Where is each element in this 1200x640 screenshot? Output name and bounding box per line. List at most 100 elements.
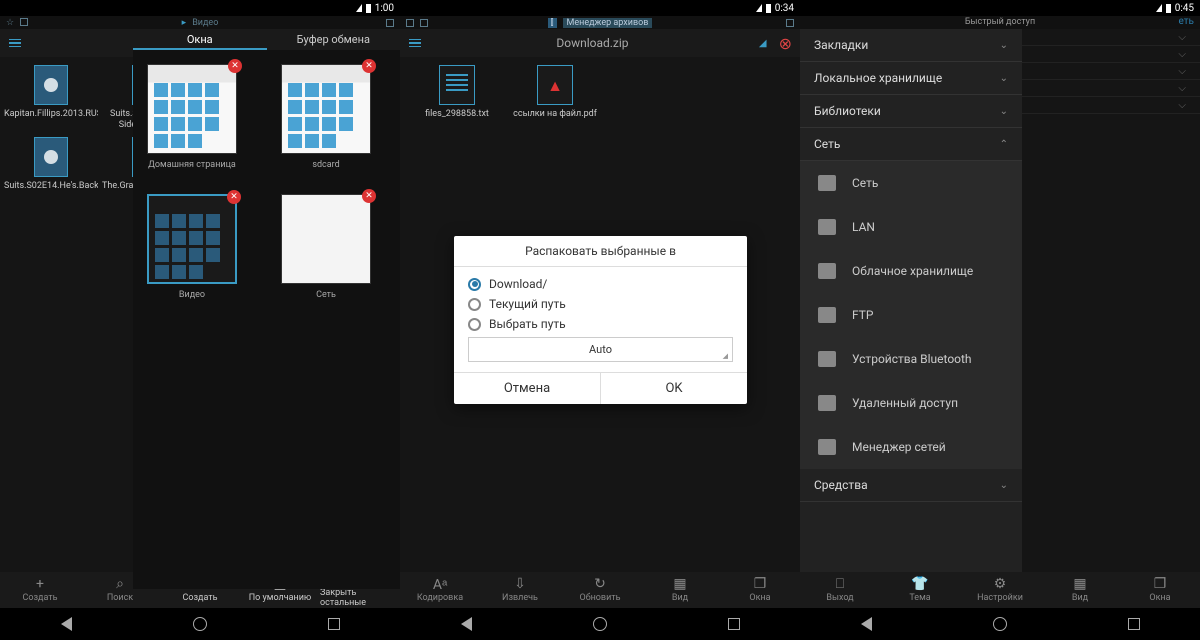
window-thumbnail[interactable]: ✕ Домашняя страница bbox=[145, 64, 239, 170]
nav-bar bbox=[0, 608, 400, 640]
behind-text: еть bbox=[1179, 16, 1195, 27]
status-bar: 1:00 bbox=[0, 0, 400, 16]
toolbar-Кодировка[interactable]: Aᵃ Кодировка bbox=[400, 572, 480, 608]
net-item[interactable]: LAN bbox=[800, 205, 1022, 249]
nav-bar bbox=[800, 608, 1200, 640]
pdf-file-icon bbox=[537, 65, 573, 105]
window-thumbnail[interactable]: ✕ Видео bbox=[145, 194, 239, 300]
toolbar-icon: Aᵃ bbox=[433, 577, 447, 591]
toolbar-Вид[interactable]: ▦ Вид bbox=[640, 572, 720, 608]
dialog-title: Распаковать выбранные в bbox=[454, 236, 747, 267]
section-Сеть[interactable]: Сеть ⌃ bbox=[800, 128, 1022, 161]
network-icon bbox=[818, 175, 836, 191]
history-icon[interactable] bbox=[20, 18, 28, 26]
quick-access-title: Быстрый доступ bbox=[800, 16, 1200, 29]
nav-recent[interactable] bbox=[328, 618, 340, 630]
window-thumbnail[interactable]: ✕ Сеть bbox=[279, 194, 373, 300]
radio-current[interactable]: Текущий путь bbox=[468, 297, 733, 311]
network-icon bbox=[818, 307, 836, 323]
status-bar: 0:34 bbox=[400, 0, 800, 16]
close-icon[interactable]: ✕ bbox=[227, 190, 241, 204]
file-icon[interactable] bbox=[420, 19, 428, 27]
net-item[interactable]: FTP bbox=[800, 293, 1022, 337]
file-item[interactable]: Kapitan.Fillips.2013.RUS.BDRip.a bbox=[2, 65, 100, 131]
window-thumbnail[interactable]: ✕ sdcard bbox=[279, 64, 373, 170]
radio-icon bbox=[468, 278, 481, 291]
nav-home[interactable] bbox=[193, 617, 207, 631]
file-label: Suits.S02E14.He's.Back.1080p.WEB- bbox=[4, 181, 98, 192]
toolbar-Извлечь[interactable]: ⇩ Извлечь bbox=[480, 572, 560, 608]
toolbar-Создать[interactable]: + Создать bbox=[0, 572, 80, 608]
file-label: files_298858.txt bbox=[425, 109, 489, 120]
panel-video: 1:00 ☆ ▸Видео ⊗ Kapitan.Fillips.2013.RUS… bbox=[0, 0, 400, 640]
path-title[interactable]: Менеджер архивов bbox=[563, 18, 653, 28]
file-item[interactable]: files_298858.txt bbox=[408, 65, 506, 120]
minimize-icon[interactable]: ◢ bbox=[755, 38, 771, 49]
refresh-icon[interactable] bbox=[786, 19, 794, 27]
close-button[interactable]: ⊗ bbox=[771, 34, 800, 53]
toolbar-Выход[interactable]: ⎕ Выход bbox=[800, 572, 880, 608]
toolbar-icon: ↻ bbox=[593, 577, 607, 591]
net-item[interactable]: Облачное хранилище bbox=[800, 249, 1022, 293]
close-icon[interactable]: ✕ bbox=[362, 189, 376, 203]
video-file-icon bbox=[34, 137, 68, 177]
chevron-down-icon: ⌄ bbox=[1000, 73, 1008, 84]
network-icon bbox=[818, 263, 836, 279]
battery-icon bbox=[1166, 4, 1171, 13]
nav-home[interactable] bbox=[593, 617, 607, 631]
background-rows bbox=[1022, 29, 1200, 117]
net-item[interactable]: Сеть bbox=[800, 161, 1022, 205]
nav-recent[interactable] bbox=[1128, 618, 1140, 630]
nav-bar bbox=[400, 608, 800, 640]
net-item[interactable]: Устройства Bluetooth bbox=[800, 337, 1022, 381]
encoding-select[interactable]: Auto bbox=[468, 337, 733, 362]
close-icon[interactable]: ✕ bbox=[228, 59, 242, 73]
refresh-icon[interactable] bbox=[386, 19, 394, 27]
toolbar-icon: ⎕ bbox=[833, 577, 847, 591]
net-item[interactable]: Удаленный доступ bbox=[800, 381, 1022, 425]
chevron-down-icon: ⌄ bbox=[1000, 40, 1008, 51]
path-title[interactable]: Видео bbox=[192, 18, 218, 28]
nav-back[interactable] bbox=[461, 617, 472, 631]
chevron-down-icon: ⌄ bbox=[1000, 480, 1008, 491]
toolbar-Тема[interactable]: 👕 Тема bbox=[880, 572, 960, 608]
toolbar-icon: ⌕ bbox=[113, 577, 127, 591]
toolbar-Вид[interactable]: ▦ Вид bbox=[1040, 572, 1120, 608]
radio-download[interactable]: Download/ bbox=[468, 277, 733, 291]
nav-back[interactable] bbox=[861, 617, 872, 631]
toolbar-Настройки[interactable]: ⚙ Настройки bbox=[960, 572, 1040, 608]
close-icon[interactable]: ✕ bbox=[362, 59, 376, 73]
toolbar-icon: + bbox=[33, 577, 47, 591]
toolbar-Окна[interactable]: ❐ Окна bbox=[1120, 572, 1200, 608]
section-Библиотеки[interactable]: Библиотеки ⌄ bbox=[800, 95, 1022, 128]
toolbar-icon: ⇩ bbox=[513, 577, 527, 591]
nav-home[interactable] bbox=[993, 617, 1007, 631]
toolbar-icon: 👕 bbox=[913, 577, 927, 591]
extract-dialog: Распаковать выбранные в Download/ Текущи… bbox=[454, 236, 747, 404]
status-time: 1:00 bbox=[375, 3, 394, 14]
net-item[interactable]: Менеджер сетей bbox=[800, 425, 1022, 469]
file-item[interactable]: Suits.S02E14.He's.Back.1080p.WEB- bbox=[2, 137, 100, 192]
video-file-icon bbox=[34, 65, 68, 105]
history-icon[interactable] bbox=[406, 19, 414, 27]
menu-button[interactable] bbox=[400, 39, 430, 48]
toolbar-Окна[interactable]: ❐ Окна bbox=[720, 572, 800, 608]
toolbar: Download.zip ◢ ⊗ bbox=[400, 29, 800, 57]
section-Закладки[interactable]: Закладки ⌄ bbox=[800, 29, 1022, 62]
toolbar-Обновить[interactable]: ↻ Обновить bbox=[560, 572, 640, 608]
toolbar-icon: ❐ bbox=[1153, 577, 1167, 591]
file-item[interactable]: ссылки на файл.pdf bbox=[506, 65, 604, 120]
cancel-button[interactable]: Отмена bbox=[454, 373, 601, 404]
section-Локальное хранилище[interactable]: Локальное хранилище ⌄ bbox=[800, 62, 1022, 95]
section-tools[interactable]: Средства ⌄ bbox=[800, 469, 1022, 502]
menu-button[interactable] bbox=[0, 39, 30, 48]
radio-choose[interactable]: Выбрать путь bbox=[468, 317, 733, 331]
tab-clipboard[interactable]: Буфер обмена bbox=[267, 29, 401, 50]
panel-quickaccess: 0:45 Быстрый доступ еть Закладки ⌄ Локал… bbox=[800, 0, 1200, 640]
star-icon[interactable]: ☆ bbox=[6, 18, 14, 28]
tab-windows[interactable]: Окна bbox=[133, 29, 267, 50]
ok-button[interactable]: OK bbox=[601, 373, 747, 404]
nav-back[interactable] bbox=[61, 617, 72, 631]
quick-access-menu: Закладки ⌄ Локальное хранилище ⌄ Библиот… bbox=[800, 29, 1022, 572]
nav-recent[interactable] bbox=[728, 618, 740, 630]
